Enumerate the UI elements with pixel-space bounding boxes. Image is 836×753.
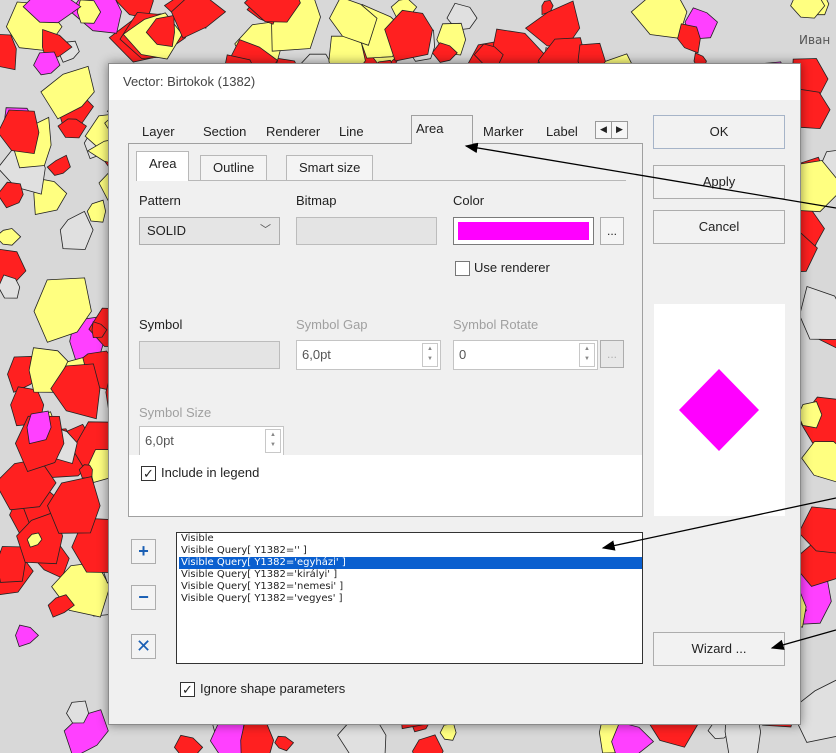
pattern-value: SOLID: [147, 223, 187, 238]
color-label: Color: [453, 193, 485, 208]
bitmap-field: [296, 217, 437, 245]
main-tab-strip: Layer Section Renderer Line Area Marker …: [128, 115, 641, 144]
vector-properties-dialog: Vector: Birtokok (1382) Layer Section Re…: [108, 63, 801, 725]
query-list-item[interactable]: Visible Query[ Y1382='királyi' ]: [177, 569, 642, 581]
query-list-item[interactable]: Visible Query[ Y1382='egyházi' ]: [179, 557, 642, 569]
pattern-dropdown[interactable]: SOLID ﹀: [139, 217, 280, 245]
symbol-rotate-spinner[interactable]: 0 ▲ ▼: [453, 340, 598, 370]
clear-icon[interactable]: ✕: [131, 634, 156, 659]
area-settings: Pattern SOLID ﹀ Bitmap Color ... Use ren…: [136, 180, 626, 464]
symbol-gap-spinner[interactable]: 6,0pt ▲ ▼: [296, 340, 441, 370]
query-list[interactable]: Visible Visible Query[ Y1382='' ] Visible …: [176, 532, 643, 664]
subtab-outline[interactable]: Outline: [200, 155, 268, 180]
spinner-arrows-icon[interactable]: ▲ ▼: [265, 429, 281, 453]
map-place-label: Иван: [799, 33, 830, 47]
dialog-title: Vector: Birtokok (1382): [123, 74, 256, 89]
title-bar: Vector: Birtokok (1382): [109, 64, 800, 100]
symbol-rotate-value: 0: [459, 347, 467, 362]
query-list-item[interactable]: Visible: [177, 533, 642, 545]
legend-options: ✓ Include in legend: [129, 455, 642, 516]
area-tab-panel: Area Outline Smart size Pattern SOLID ﹀ …: [128, 143, 643, 517]
symbol-gap-value: 6,0pt: [302, 347, 331, 362]
tab-scroll-left-icon[interactable]: ◀: [595, 121, 612, 139]
tab-section[interactable]: Section: [199, 121, 250, 143]
subtab-smart-size[interactable]: Smart size: [286, 155, 374, 180]
tab-area[interactable]: Area: [411, 115, 473, 144]
use-renderer-label: Use renderer: [474, 260, 550, 275]
tab-layer[interactable]: Layer: [138, 121, 179, 143]
query-list-item[interactable]: Visible Query[ Y1382='vegyes' ]: [177, 593, 642, 605]
tab-renderer[interactable]: Renderer: [262, 121, 324, 143]
cancel-button[interactable]: Cancel: [653, 210, 785, 244]
remove-icon[interactable]: −: [131, 585, 156, 610]
query-list-item[interactable]: Visible Query[ Y1382='nemesi' ]: [177, 581, 642, 593]
subtab-area[interactable]: Area: [136, 151, 190, 181]
symbol-browse-button[interactable]: ...: [600, 340, 624, 368]
symbol-size-label: Symbol Size: [139, 405, 212, 420]
wizard-button[interactable]: Wizard ...: [653, 632, 785, 666]
spinner-arrows-icon[interactable]: ▲ ▼: [579, 343, 595, 367]
chevron-down-icon: ﹀: [260, 224, 271, 236]
symbol-size-value: 6,0pt: [145, 433, 174, 448]
pattern-label: Pattern: [139, 193, 181, 208]
symbol-field: [139, 341, 280, 369]
symbol-size-spinner[interactable]: 6,0pt ▲ ▼: [139, 426, 284, 456]
color-browse-button[interactable]: ...: [600, 217, 624, 245]
apply-button[interactable]: Apply: [653, 165, 785, 199]
add-icon[interactable]: +: [131, 539, 156, 564]
color-swatch: [458, 222, 589, 240]
query-list-item[interactable]: Visible Query[ Y1382='' ]: [177, 545, 642, 557]
tab-marker[interactable]: Marker: [479, 121, 527, 143]
ignore-shape-checkbox[interactable]: ✓: [180, 682, 195, 697]
include-legend-label: Include in legend: [161, 465, 260, 480]
symbol-label: Symbol: [139, 317, 183, 332]
include-legend-checkbox[interactable]: ✓: [141, 466, 156, 481]
tab-line[interactable]: Line: [335, 121, 368, 143]
tab-scroll-right-icon[interactable]: ▶: [611, 121, 628, 139]
use-renderer-checkbox[interactable]: [455, 261, 470, 276]
symbol-preview: [654, 304, 785, 516]
symbol-rotate-label: Symbol Rotate: [453, 317, 539, 332]
spinner-arrows-icon[interactable]: ▲ ▼: [422, 343, 438, 367]
ok-button[interactable]: OK: [653, 115, 785, 149]
color-picker[interactable]: [453, 217, 594, 245]
bitmap-label: Bitmap: [296, 193, 337, 208]
ignore-shape-label: Ignore shape parameters: [200, 681, 346, 696]
preview-diamond: [679, 369, 759, 451]
tab-label[interactable]: Label: [542, 121, 582, 143]
symbol-gap-label: Symbol Gap: [296, 317, 368, 332]
